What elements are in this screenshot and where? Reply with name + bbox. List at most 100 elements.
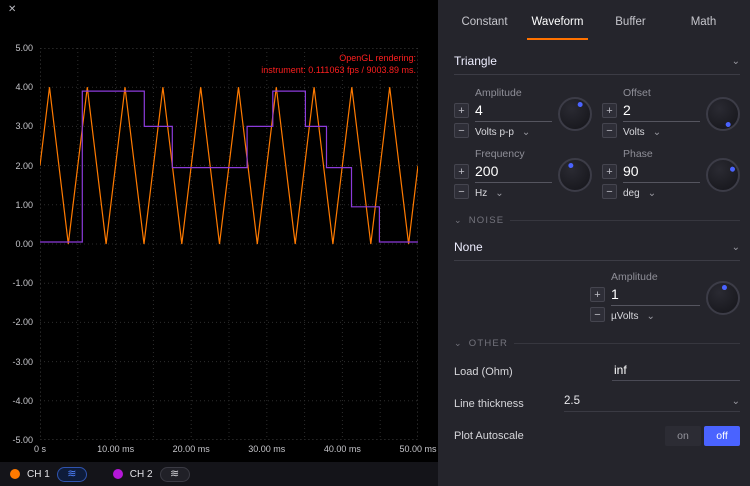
chevron-down-icon: ⌄ — [653, 127, 661, 138]
chevron-down-icon: ⌄ — [495, 188, 503, 199]
close-icon[interactable]: ✕ — [8, 4, 16, 15]
phase-increment-button[interactable]: + — [602, 164, 617, 179]
y-tick-label: 5.00 — [15, 43, 33, 53]
offset-control: + − Offset 2 Volts ⌄ — [602, 87, 740, 138]
offset-increment-button[interactable]: + — [602, 103, 617, 118]
phase-value[interactable]: 90 — [623, 163, 700, 183]
amplitude-decrement-button[interactable]: − — [454, 123, 469, 138]
chevron-down-icon: ⌄ — [732, 242, 740, 253]
other-section-title: OTHER — [469, 338, 508, 349]
line-thickness-label: Line thickness — [454, 398, 524, 410]
overlay-line-2: instrument: 0.111063 fps / 9003.89 ms. — [261, 64, 416, 76]
autoscale-off-button[interactable]: off — [704, 426, 740, 446]
y-tick-label: -2.00 — [12, 317, 33, 327]
plot-autoscale-toggle: on off — [665, 426, 740, 446]
phase-decrement-button[interactable]: − — [602, 184, 617, 199]
y-tick-label: -4.00 — [12, 396, 33, 406]
offset-label: Offset — [623, 87, 700, 99]
y-tick-label: -1.00 — [12, 278, 33, 288]
x-axis-tick-labels: 0 s10.00 ms20.00 ms30.00 ms40.00 ms50.00… — [40, 444, 418, 456]
noise-amplitude-row: + − Amplitude 1 µVolts ⌄ — [438, 271, 740, 322]
autoscale-on-button[interactable]: on — [665, 426, 701, 446]
y-tick-label: 3.00 — [15, 121, 33, 131]
channel-1-group: CH 1 ≋ — [10, 467, 87, 482]
waveform-plot[interactable] — [40, 48, 418, 440]
channel-settings-panel: Constant Waveform Buffer Math Triangle ⌄… — [438, 0, 750, 486]
noise-section-header: ⌄ NOISE — [454, 215, 740, 226]
noise-amplitude-value[interactable]: 1 — [611, 286, 700, 306]
load-label: Load (Ohm) — [454, 366, 513, 378]
line-thickness-select[interactable]: 2.5 ⌄ — [564, 395, 740, 412]
offset-value[interactable]: 2 — [623, 102, 700, 122]
waveform-controls: + − Amplitude 4 Volts p-p ⌄ + − — [454, 87, 740, 199]
load-input[interactable]: inf — [612, 363, 740, 381]
frequency-knob[interactable] — [558, 158, 592, 192]
waveform-type-value: Triangle — [454, 54, 497, 68]
y-tick-label: -5.00 — [12, 435, 33, 445]
line-thickness-row: Line thickness 2.5 ⌄ — [454, 395, 740, 412]
waveform-type-select[interactable]: Triangle ⌄ — [454, 54, 740, 75]
channel-1-label: CH 1 — [27, 469, 50, 480]
waveform-plot-canvas — [40, 48, 418, 440]
amplitude-knob[interactable] — [558, 97, 592, 131]
x-tick-label: 20.00 ms — [173, 444, 210, 454]
x-tick-label: 40.00 ms — [324, 444, 361, 454]
frequency-value[interactable]: 200 — [475, 163, 552, 183]
amplitude-label: Amplitude — [475, 87, 552, 99]
y-tick-label: 0.00 — [15, 239, 33, 249]
phase-unit-select[interactable]: deg ⌄ — [623, 188, 700, 199]
chevron-down-icon: ⌄ — [454, 215, 463, 226]
tab-buffer[interactable]: Buffer — [594, 16, 667, 40]
amplitude-control: + − Amplitude 4 Volts p-p ⌄ — [454, 87, 592, 138]
y-axis-tick-labels: 5.004.003.002.001.000.00-1.00-2.00-3.00-… — [0, 48, 36, 440]
noise-amplitude-control: + − Amplitude 1 µVolts ⌄ — [590, 271, 740, 322]
y-tick-label: -3.00 — [12, 357, 33, 367]
channel-2-settings-button[interactable]: ≋ — [160, 467, 190, 482]
frequency-unit-select[interactable]: Hz ⌄ — [475, 188, 552, 199]
oscilloscope-plot-panel: ✕ 5.004.003.002.001.000.00-1.00-2.00-3.0… — [0, 0, 438, 462]
amplitude-unit-select[interactable]: Volts p-p ⌄ — [475, 127, 552, 138]
noise-amplitude-unit-select[interactable]: µVolts ⌄ — [611, 311, 700, 322]
tab-waveform[interactable]: Waveform — [521, 16, 594, 40]
x-tick-label: 50.00 ms — [399, 444, 436, 454]
noise-amplitude-label: Amplitude — [611, 271, 700, 283]
x-tick-label: 30.00 ms — [248, 444, 285, 454]
x-tick-label: 10.00 ms — [97, 444, 134, 454]
noise-section-title: NOISE — [469, 215, 505, 226]
y-tick-label: 2.00 — [15, 161, 33, 171]
amplitude-value[interactable]: 4 — [475, 102, 552, 122]
offset-knob[interactable] — [706, 97, 740, 131]
offset-unit-select[interactable]: Volts ⌄ — [623, 127, 700, 138]
plot-autoscale-label: Plot Autoscale — [454, 430, 524, 442]
signal-generator-window: ✕ 5.004.003.002.001.000.00-1.00-2.00-3.0… — [0, 0, 750, 486]
plot-autoscale-row: Plot Autoscale on off — [454, 426, 740, 446]
amplitude-increment-button[interactable]: + — [454, 103, 469, 118]
x-tick-label: 0 s — [34, 444, 46, 454]
noise-amplitude-increment-button[interactable]: + — [590, 287, 605, 302]
chevron-down-icon: ⌄ — [648, 188, 656, 199]
channel-2-group: CH 2 ≋ — [113, 467, 190, 482]
phase-knob[interactable] — [706, 158, 740, 192]
channel-1-settings-button[interactable]: ≋ — [57, 467, 87, 482]
noise-amplitude-decrement-button[interactable]: − — [590, 307, 605, 322]
frequency-increment-button[interactable]: + — [454, 164, 469, 179]
chevron-down-icon: ⌄ — [522, 127, 530, 138]
frequency-label: Frequency — [475, 148, 552, 160]
opengl-overlay-text: OpenGL rendering: instrument: 0.111063 f… — [261, 52, 416, 76]
chevron-down-icon: ⌄ — [732, 56, 740, 67]
tab-constant[interactable]: Constant — [448, 16, 521, 40]
load-row: Load (Ohm) inf — [454, 363, 740, 381]
chevron-down-icon: ⌄ — [454, 338, 463, 349]
noise-amplitude-knob[interactable] — [706, 281, 740, 315]
channel-1-color-dot — [10, 469, 20, 479]
frequency-decrement-button[interactable]: − — [454, 184, 469, 199]
tab-math[interactable]: Math — [667, 16, 740, 40]
noise-type-value: None — [454, 240, 483, 254]
offset-decrement-button[interactable]: − — [602, 123, 617, 138]
sliders-icon: ≋ — [170, 469, 179, 480]
sliders-icon: ≋ — [67, 469, 76, 480]
noise-type-select[interactable]: None ⌄ — [454, 240, 740, 261]
other-section-header: ⌄ OTHER — [454, 338, 740, 349]
channels-bar: CH 1 ≋ CH 2 ≋ — [0, 462, 438, 486]
channel-2-color-dot — [113, 469, 123, 479]
